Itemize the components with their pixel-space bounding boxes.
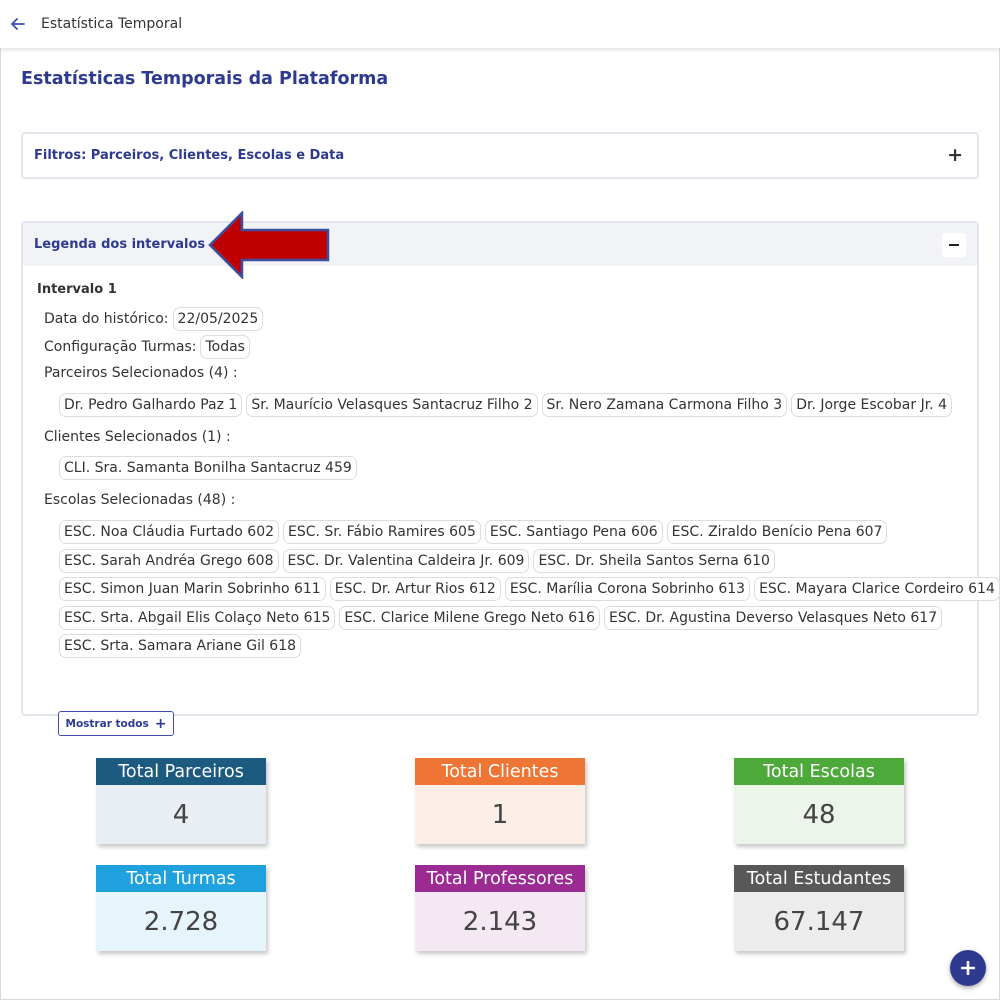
stat-card-partners: Total Parceiros 4 (96, 758, 266, 844)
stat-card-value: 2.143 (415, 892, 585, 951)
legend-label: Legenda dos intervalos (34, 237, 206, 252)
stat-card-value: 1 (415, 785, 585, 844)
schools-chip-row: ESC. Srta. Abgail Elis Colaço Neto 615 E… (59, 606, 943, 630)
stat-card-value: 2.728 (96, 892, 266, 951)
school-chip: ESC. Dr. Valentina Caldeira Jr. 609 (282, 549, 530, 573)
top-bar: Estatística Temporal (0, 0, 1000, 48)
stat-card-label: Total Clientes (415, 758, 585, 785)
school-chip: ESC. Marília Corona Sobrinho 613 (504, 577, 751, 601)
partners-label: Parceiros Selecionados (4) : (44, 365, 238, 381)
back-arrow-icon[interactable] (9, 15, 27, 33)
partner-chip: Sr. Nero Zamana Carmona Filho 3 (541, 393, 788, 417)
schools-label: Escolas Selecionadas (48) : (44, 492, 236, 508)
floating-add-button[interactable] (950, 950, 986, 986)
school-chip: ESC. Simon Juan Marin Sobrinho 611 (59, 577, 326, 601)
schools-chip-row: ESC. Noa Cláudia Furtado 602 ESC. Sr. Fá… (59, 520, 888, 544)
school-chip: ESC. Sarah Andréa Grego 608 (59, 549, 279, 573)
stat-card-schools: Total Escolas 48 (734, 758, 904, 844)
class-config-row: Configuração Turmas: Todas (44, 335, 250, 359)
history-date-chip: 22/05/2025 (172, 307, 264, 331)
school-chip: ESC. Dr. Artur Rios 612 (329, 577, 501, 601)
school-chip: ESC. Santiago Pena 606 (484, 520, 663, 544)
class-config-chip: Todas (200, 335, 250, 359)
collapse-legend-button[interactable] (942, 232, 966, 257)
legend-panel: Legenda dos intervalos Intervalo 1 Data … (21, 221, 1000, 736)
filters-panel[interactable]: Filtros: Parceiros, Clientes, Escolas e … (21, 132, 979, 179)
legend-header[interactable]: Legenda dos intervalos (23, 223, 977, 266)
school-chip: ESC. Mayara Clarice Cordeiro 614 (754, 577, 1000, 601)
stat-card-label: Total Parceiros (96, 758, 266, 785)
client-chip: CLI. Sra. Samanta Bonilha Santacruz 459 (59, 456, 357, 480)
show-all-label: Mostrar todos (65, 717, 149, 730)
minus-icon (949, 243, 959, 246)
school-chip: ESC. Dr. Agustina Deverso Velasques Neto… (603, 606, 943, 630)
class-config-label: Configuração Turmas: (44, 339, 197, 355)
partners-chip-row: Dr. Pedro Galhardo Paz 1 Sr. Maurício Ve… (59, 393, 952, 417)
school-chip: ESC. Sr. Fábio Ramires 605 (283, 520, 481, 544)
stat-card-teachers: Total Professores 2.143 (415, 865, 585, 951)
stat-card-value: 67.147 (734, 892, 904, 951)
stat-card-label: Total Estudantes (734, 865, 904, 892)
plus-icon (961, 961, 975, 975)
partner-chip: Dr. Jorge Escobar Jr. 4 (791, 393, 952, 417)
stat-card-value: 4 (96, 785, 266, 844)
stat-card-students: Total Estudantes 67.147 (734, 865, 904, 951)
school-chip: ESC. Dr. Sheila Santos Serna 610 (533, 549, 775, 573)
schools-chip-row: ESC. Simon Juan Marin Sobrinho 611 ESC. … (59, 577, 1000, 601)
partner-chip: Sr. Maurício Velasques Santacruz Filho 2 (246, 393, 538, 417)
annotation-arrow-icon (208, 211, 330, 279)
clients-label: Clientes Selecionados (1) : (44, 429, 231, 445)
schools-chip-row: ESC. Srta. Samara Ariane Gil 618 (59, 634, 302, 658)
stat-card-classes: Total Turmas 2.728 (96, 865, 266, 951)
clients-chip-row: CLI. Sra. Samanta Bonilha Santacruz 459 (59, 456, 357, 480)
partner-chip: Dr. Pedro Galhardo Paz 1 (59, 393, 243, 417)
stat-card-label: Total Professores (415, 865, 585, 892)
filters-label: Filtros: Parceiros, Clientes, Escolas e … (34, 148, 345, 163)
page-title: Estatísticas Temporais da Plataforma (21, 69, 389, 89)
school-chip: ESC. Clarice Milene Grego Neto 616 (339, 606, 600, 630)
interval-title: Intervalo 1 (37, 282, 117, 297)
plus-icon: + (154, 715, 167, 732)
schools-chip-row: ESC. Sarah Andréa Grego 608 ESC. Dr. Val… (59, 549, 775, 573)
history-date-label: Data do histórico: (44, 311, 169, 327)
topbar-title: Estatística Temporal (41, 16, 183, 32)
stat-card-label: Total Escolas (734, 758, 904, 785)
stat-card-value: 48 (734, 785, 904, 844)
history-date-row: Data do histórico: 22/05/2025 (44, 307, 264, 331)
school-chip: ESC. Srta. Abgail Elis Colaço Neto 615 (59, 606, 336, 630)
expand-filters-icon[interactable]: + (947, 146, 963, 165)
school-chip: ESC. Ziraldo Benício Pena 607 (666, 520, 888, 544)
stat-card-clients: Total Clientes 1 (415, 758, 585, 844)
school-chip: ESC. Srta. Samara Ariane Gil 618 (59, 634, 302, 658)
stat-card-label: Total Turmas (96, 865, 266, 892)
school-chip: ESC. Noa Cláudia Furtado 602 (59, 520, 280, 544)
show-all-button[interactable]: Mostrar todos + (58, 711, 174, 736)
